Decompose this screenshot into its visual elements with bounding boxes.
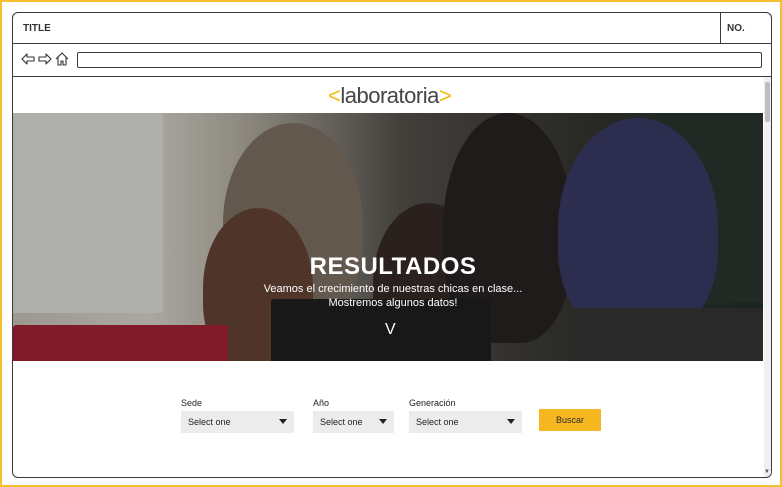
generacion-filter: Generación Select one xyxy=(409,398,522,433)
laboratoria-logo[interactable]: <laboratoria> xyxy=(328,83,452,109)
hero-title: RESULTADOS xyxy=(309,253,477,280)
generacion-select-value: Select one xyxy=(416,417,459,427)
logo-close-bracket: > xyxy=(438,83,452,108)
sede-label: Sede xyxy=(181,398,203,408)
home-icon[interactable] xyxy=(55,52,69,66)
sede-select[interactable]: Select one xyxy=(181,411,294,433)
arrow-right-icon[interactable] xyxy=(38,52,52,66)
buscar-button[interactable]: Buscar xyxy=(539,409,601,431)
anio-label: Año xyxy=(313,398,330,408)
dropdown-caret-icon xyxy=(379,419,387,424)
generacion-select[interactable]: Select one xyxy=(409,411,522,433)
number-cell: NO. xyxy=(720,13,771,43)
hero-banner: RESULTADOS Veamos el crecimiento de nues… xyxy=(13,113,763,361)
anio-select-value: Select one xyxy=(320,417,363,427)
window-number-label: NO. xyxy=(727,23,745,34)
site-header: <laboratoria> xyxy=(13,77,763,113)
anio-filter: Año Select one xyxy=(313,398,394,433)
generacion-label: Generación xyxy=(409,398,456,408)
anio-select[interactable]: Select one xyxy=(313,411,394,433)
arrow-left-icon[interactable] xyxy=(21,52,35,66)
title-bar: TITLE NO. xyxy=(13,13,771,44)
logo-open-bracket: < xyxy=(328,83,341,108)
browser-nav-bar xyxy=(13,44,771,77)
scroll-down-arrow-icon[interactable]: V xyxy=(385,321,396,339)
page-frame: TITLE NO. ▼ <laboratoria> RESULTADOS Vea… xyxy=(2,2,780,485)
dropdown-caret-icon xyxy=(279,419,287,424)
hero-subtitle: Veamos el crecimiento de nuestras chicas… xyxy=(13,282,763,310)
filters-section: Sede Select one Año Select one Generació… xyxy=(13,393,763,453)
url-bar[interactable] xyxy=(77,52,762,68)
window-title: TITLE xyxy=(23,23,51,34)
browser-window: TITLE NO. ▼ <laboratoria> RESULTADOS Vea… xyxy=(12,12,772,478)
sede-select-value: Select one xyxy=(188,417,231,427)
scroll-thumb[interactable] xyxy=(765,82,770,122)
dropdown-caret-icon xyxy=(507,419,515,424)
scrollbar[interactable]: ▼ xyxy=(764,77,771,477)
hero-subtitle-line: Mostremos algunos datos! xyxy=(328,297,458,309)
hero-subtitle-line: Veamos el crecimiento de nuestras chicas… xyxy=(263,283,523,295)
scroll-down-icon[interactable]: ▼ xyxy=(764,469,770,475)
logo-text: laboratoria xyxy=(340,83,439,108)
sede-filter: Sede Select one xyxy=(181,398,294,433)
